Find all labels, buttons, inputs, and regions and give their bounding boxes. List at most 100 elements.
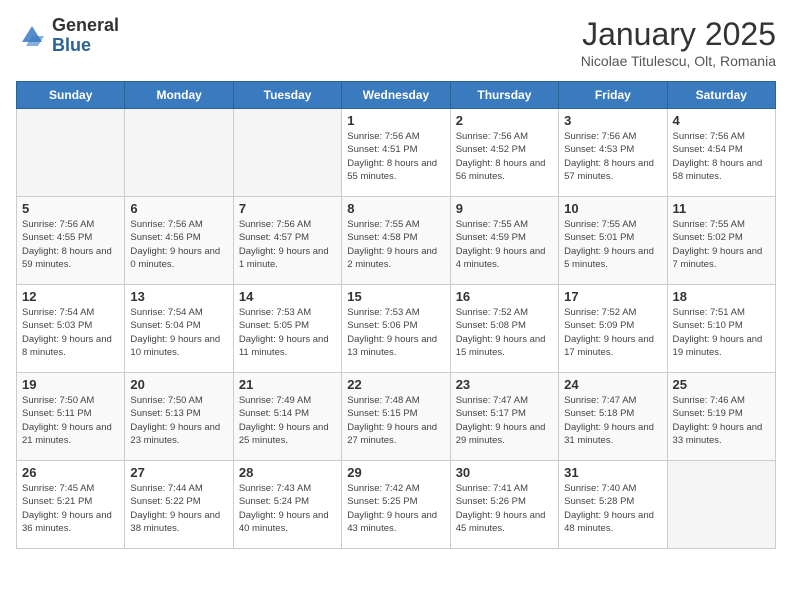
day-number: 18 <box>673 289 770 304</box>
day-number: 8 <box>347 201 444 216</box>
calendar-cell: 26 Sunrise: 7:45 AMSunset: 5:21 PMDayligh… <box>17 461 125 549</box>
calendar-cell: 10Sunrise: 7:55 AMSunset: 5:01 PMDayligh… <box>559 197 667 285</box>
calendar-cell: 22 Sunrise: 7:48 AMSunset: 5:15 PMDayligh… <box>342 373 450 461</box>
page-header: General Blue January 2025 Nicolae Titule… <box>16 16 776 69</box>
calendar-subtitle: Nicolae Titulescu, Olt, Romania <box>581 53 776 69</box>
day-number: 29 <box>347 465 444 480</box>
calendar-cell: 18 Sunrise: 7:51 AMSunset: 5:10 PMDayligh… <box>667 285 775 373</box>
day-info: Sunrise: 7:55 AMSunset: 4:59 PMDaylight:… <box>456 218 553 271</box>
day-number: 23 <box>456 377 553 392</box>
day-info: Sunrise: 7:56 AMSunset: 4:57 PMDaylight:… <box>239 218 336 271</box>
calendar-cell: 21 Sunrise: 7:49 AMSunset: 5:14 PMDayligh… <box>233 373 341 461</box>
day-info: Sunrise: 7:40 AMSunset: 5:28 PMDaylight:… <box>564 482 661 535</box>
calendar-cell: 23 Sunrise: 7:47 AMSunset: 5:17 PMDayligh… <box>450 373 558 461</box>
day-number: 13 <box>130 289 227 304</box>
day-number: 16 <box>456 289 553 304</box>
calendar-cell: 14 Sunrise: 7:53 AMSunset: 5:05 PMDayligh… <box>233 285 341 373</box>
day-info: Sunrise: 7:51 AMSunset: 5:10 PMDaylight:… <box>673 306 770 359</box>
day-number: 1 <box>347 113 444 128</box>
calendar-cell <box>233 109 341 197</box>
day-info: Sunrise: 7:45 AMSunset: 5:21 PMDaylight:… <box>22 482 119 535</box>
day-number: 11 <box>673 201 770 216</box>
calendar-cell: 20 Sunrise: 7:50 AMSunset: 5:13 PMDayligh… <box>125 373 233 461</box>
day-info: Sunrise: 7:56 AMSunset: 4:51 PMDaylight:… <box>347 130 444 183</box>
day-info: Sunrise: 7:53 AMSunset: 5:05 PMDaylight:… <box>239 306 336 359</box>
day-number: 22 <box>347 377 444 392</box>
day-number: 17 <box>564 289 661 304</box>
day-info: Sunrise: 7:41 AMSunset: 5:26 PMDaylight:… <box>456 482 553 535</box>
calendar-cell: 8 Sunrise: 7:55 AMSunset: 4:58 PMDaylight… <box>342 197 450 285</box>
day-number: 30 <box>456 465 553 480</box>
day-info: Sunrise: 7:52 AMSunset: 5:08 PMDaylight:… <box>456 306 553 359</box>
day-number: 6 <box>130 201 227 216</box>
day-info: Sunrise: 7:56 AMSunset: 4:55 PMDaylight:… <box>22 218 119 271</box>
day-header-thursday: Thursday <box>450 82 558 109</box>
calendar-cell: 19 Sunrise: 7:50 AMSunset: 5:11 PMDayligh… <box>17 373 125 461</box>
calendar-cell: 5 Sunrise: 7:56 AMSunset: 4:55 PMDaylight… <box>17 197 125 285</box>
day-info: Sunrise: 7:52 AMSunset: 5:09 PMDaylight:… <box>564 306 661 359</box>
day-number: 20 <box>130 377 227 392</box>
logo: General Blue <box>16 16 119 56</box>
calendar-title: January 2025 <box>581 16 776 53</box>
day-number: 10 <box>564 201 661 216</box>
day-number: 14 <box>239 289 336 304</box>
day-number: 27 <box>130 465 227 480</box>
day-info: Sunrise: 7:47 AMSunset: 5:18 PMDaylight:… <box>564 394 661 447</box>
day-info: Sunrise: 7:56 AMSunset: 4:54 PMDaylight:… <box>673 130 770 183</box>
day-header-wednesday: Wednesday <box>342 82 450 109</box>
calendar-cell: 7 Sunrise: 7:56 AMSunset: 4:57 PMDaylight… <box>233 197 341 285</box>
calendar-cell <box>17 109 125 197</box>
calendar-cell: 15 Sunrise: 7:53 AMSunset: 5:06 PMDayligh… <box>342 285 450 373</box>
day-number: 19 <box>22 377 119 392</box>
day-header-tuesday: Tuesday <box>233 82 341 109</box>
logo-text: General Blue <box>52 16 119 56</box>
logo-general: General <box>52 16 119 36</box>
day-info: Sunrise: 7:55 AMSunset: 4:58 PMDaylight:… <box>347 218 444 271</box>
calendar-cell: 3 Sunrise: 7:56 AMSunset: 4:53 PMDaylight… <box>559 109 667 197</box>
day-info: Sunrise: 7:53 AMSunset: 5:06 PMDaylight:… <box>347 306 444 359</box>
calendar-cell: 31 Sunrise: 7:40 AMSunset: 5:28 PMDayligh… <box>559 461 667 549</box>
day-info: Sunrise: 7:50 AMSunset: 5:11 PMDaylight:… <box>22 394 119 447</box>
day-info: Sunrise: 7:56 AMSunset: 4:53 PMDaylight:… <box>564 130 661 183</box>
calendar-cell: 16 Sunrise: 7:52 AMSunset: 5:08 PMDayligh… <box>450 285 558 373</box>
day-number: 28 <box>239 465 336 480</box>
calendar-cell <box>667 461 775 549</box>
day-info: Sunrise: 7:47 AMSunset: 5:17 PMDaylight:… <box>456 394 553 447</box>
day-number: 3 <box>564 113 661 128</box>
calendar-cell: 25Sunrise: 7:46 AMSunset: 5:19 PMDayligh… <box>667 373 775 461</box>
day-info: Sunrise: 7:54 AMSunset: 5:04 PMDaylight:… <box>130 306 227 359</box>
day-info: Sunrise: 7:42 AMSunset: 5:25 PMDaylight:… <box>347 482 444 535</box>
week-row-3: 12Sunrise: 7:54 AMSunset: 5:03 PMDayligh… <box>17 285 776 373</box>
week-row-4: 19 Sunrise: 7:50 AMSunset: 5:11 PMDayligh… <box>17 373 776 461</box>
day-number: 4 <box>673 113 770 128</box>
day-info: Sunrise: 7:55 AMSunset: 5:02 PMDaylight:… <box>673 218 770 271</box>
day-number: 21 <box>239 377 336 392</box>
day-info: Sunrise: 7:54 AMSunset: 5:03 PMDaylight:… <box>22 306 119 359</box>
day-number: 31 <box>564 465 661 480</box>
day-info: Sunrise: 7:50 AMSunset: 5:13 PMDaylight:… <box>130 394 227 447</box>
calendar-cell: 28 Sunrise: 7:43 AMSunset: 5:24 PMDayligh… <box>233 461 341 549</box>
day-number: 5 <box>22 201 119 216</box>
week-row-1: 1 Sunrise: 7:56 AMSunset: 4:51 PMDaylight… <box>17 109 776 197</box>
day-number: 15 <box>347 289 444 304</box>
calendar-cell: 11 Sunrise: 7:55 AMSunset: 5:02 PMDayligh… <box>667 197 775 285</box>
calendar-cell: 30 Sunrise: 7:41 AMSunset: 5:26 PMDayligh… <box>450 461 558 549</box>
calendar-cell: 24Sunrise: 7:47 AMSunset: 5:18 PMDayligh… <box>559 373 667 461</box>
day-info: Sunrise: 7:49 AMSunset: 5:14 PMDaylight:… <box>239 394 336 447</box>
day-number: 26 <box>22 465 119 480</box>
calendar-cell: 29 Sunrise: 7:42 AMSunset: 5:25 PMDayligh… <box>342 461 450 549</box>
calendar-cell: 1 Sunrise: 7:56 AMSunset: 4:51 PMDaylight… <box>342 109 450 197</box>
calendar-cell: 13 Sunrise: 7:54 AMSunset: 5:04 PMDayligh… <box>125 285 233 373</box>
day-number: 7 <box>239 201 336 216</box>
calendar-cell: 4 Sunrise: 7:56 AMSunset: 4:54 PMDaylight… <box>667 109 775 197</box>
day-info: Sunrise: 7:43 AMSunset: 5:24 PMDaylight:… <box>239 482 336 535</box>
day-info: Sunrise: 7:48 AMSunset: 5:15 PMDaylight:… <box>347 394 444 447</box>
calendar-cell: 2Sunrise: 7:56 AMSunset: 4:52 PMDaylight… <box>450 109 558 197</box>
calendar-cell: 6Sunrise: 7:56 AMSunset: 4:56 PMDaylight… <box>125 197 233 285</box>
day-info: Sunrise: 7:56 AMSunset: 4:52 PMDaylight:… <box>456 130 553 183</box>
day-number: 25 <box>673 377 770 392</box>
calendar-cell: 12Sunrise: 7:54 AMSunset: 5:03 PMDayligh… <box>17 285 125 373</box>
day-header-friday: Friday <box>559 82 667 109</box>
day-number: 9 <box>456 201 553 216</box>
logo-icon <box>16 22 48 50</box>
